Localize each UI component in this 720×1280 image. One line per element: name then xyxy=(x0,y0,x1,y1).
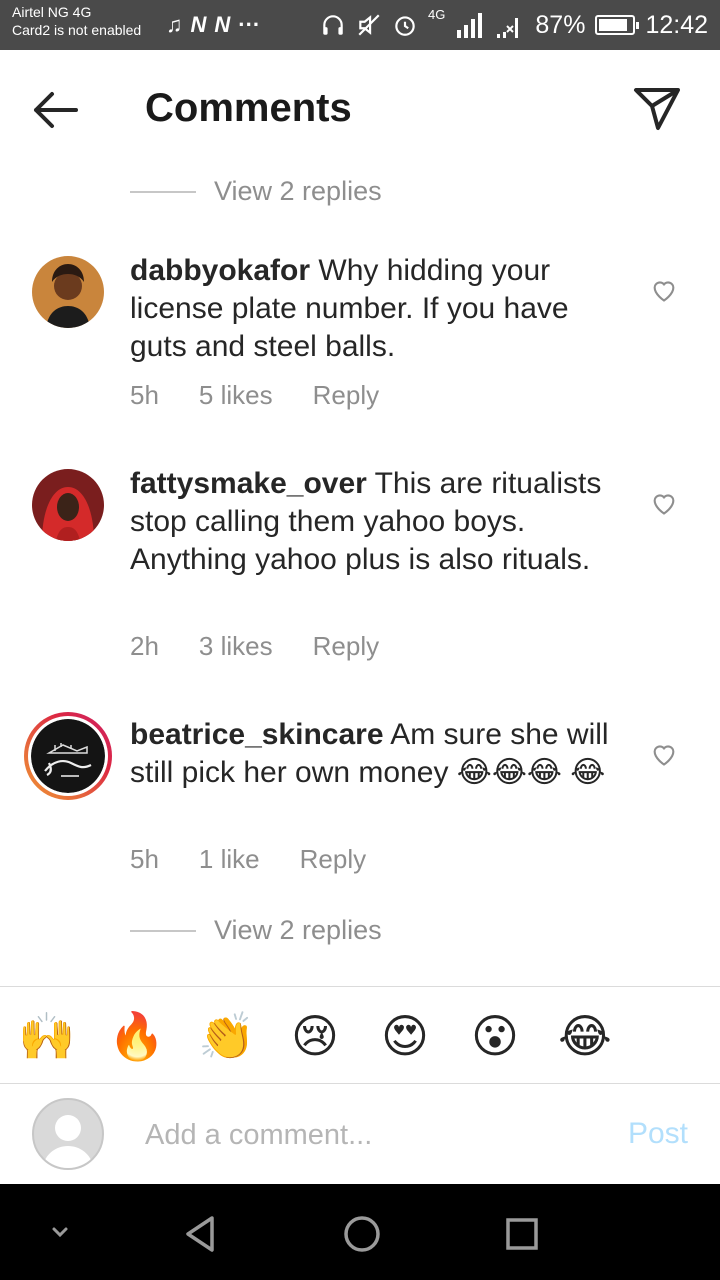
avatar[interactable] xyxy=(32,469,104,541)
headphones-icon xyxy=(323,15,343,35)
back-triangle-icon[interactable] xyxy=(180,1212,224,1256)
comment-text: beatrice_skincare Am sure she will still… xyxy=(130,716,630,792)
comment-time: 5h xyxy=(130,380,159,410)
emoji-reaction-bar: 🙌 🔥 👏 😢 😍 😮 😂 xyxy=(0,986,720,1084)
comment-time: 5h xyxy=(130,844,159,874)
heart-eyes-emoji-button[interactable]: 😍 xyxy=(378,1009,432,1063)
default-profile-icon xyxy=(42,1115,94,1168)
view-replies-text: View 2 replies xyxy=(214,176,382,206)
comment-text: dabbyokafor Why hidding your license pla… xyxy=(130,252,630,366)
back-arrow-icon xyxy=(34,92,78,128)
comment-likes[interactable]: 3 likes xyxy=(199,631,273,662)
n-app-icon: N xyxy=(214,12,231,37)
clapping-emoji-button[interactable]: 👏 xyxy=(198,1009,255,1063)
comment-username[interactable]: dabbyokafor xyxy=(130,254,310,287)
view-replies-text: View 2 replies xyxy=(214,915,382,945)
view-replies-link[interactable]: View 2 replies xyxy=(130,176,382,207)
music-icon: ♫ xyxy=(166,12,183,37)
crying-emoji-button[interactable]: 😢 xyxy=(288,1009,342,1063)
comment-time: 2h xyxy=(130,631,159,661)
avatar[interactable] xyxy=(32,256,104,328)
comment-username[interactable]: beatrice_skincare xyxy=(130,718,384,751)
alarm-icon xyxy=(395,16,415,36)
system-nav-bar xyxy=(0,1184,720,1280)
chevron-down-icon[interactable] xyxy=(40,1212,80,1252)
divider-line xyxy=(130,190,196,193)
brand-logo-icon xyxy=(31,719,105,793)
divider-line xyxy=(130,929,196,932)
signal-no-sim-icon xyxy=(497,18,519,38)
reply-button[interactable]: Reply xyxy=(300,844,366,875)
more-notifications-icon: ··· xyxy=(238,12,261,37)
clock: 12:42 xyxy=(645,11,708,39)
current-user-avatar xyxy=(32,1098,104,1170)
comment-username[interactable]: fattysmake_over xyxy=(130,467,367,500)
page-title: Comments xyxy=(145,86,352,130)
comment-text: fattysmake_over This are ritualists stop… xyxy=(130,465,630,579)
comment-meta: 5h 5 likes Reply xyxy=(130,380,379,411)
laughing-emoji-button[interactable]: 😂 xyxy=(558,1009,612,1063)
like-heart-icon[interactable] xyxy=(650,276,678,304)
view-replies-link[interactable]: View 2 replies xyxy=(130,915,382,946)
mute-icon xyxy=(358,14,380,36)
network-type: 4G xyxy=(428,7,446,22)
status-bar: Airtel NG 4G Card2 is not enabled ♫ N N … xyxy=(0,0,720,50)
n-app-icon: N xyxy=(190,12,207,37)
comment-meta: 5h 1 like Reply xyxy=(130,844,366,875)
comment-meta: 2h 3 likes Reply xyxy=(130,631,379,662)
notification-icons: ♫ N N ··· xyxy=(166,12,260,38)
share-button[interactable] xyxy=(630,82,682,134)
surprised-emoji-button[interactable]: 😮 xyxy=(468,1009,522,1063)
avatar-with-story-ring[interactable] xyxy=(24,712,112,800)
back-button[interactable] xyxy=(30,84,82,136)
comment-input[interactable] xyxy=(145,1113,585,1157)
carrier-name: Airtel NG 4G xyxy=(12,4,92,20)
recents-square-icon[interactable] xyxy=(500,1212,544,1256)
post-button[interactable]: Post xyxy=(628,1117,688,1151)
carrier-info: Airtel NG 4G Card2 is not enabled xyxy=(12,3,141,39)
comment-likes[interactable]: 5 likes xyxy=(199,380,273,411)
like-heart-icon[interactable] xyxy=(650,740,678,768)
home-circle-icon[interactable] xyxy=(340,1212,384,1256)
raising-hands-emoji-button[interactable]: 🙌 xyxy=(18,1009,75,1063)
user-photo-icon xyxy=(32,469,104,541)
battery-icon xyxy=(595,15,640,35)
status-icons: 4G 87% 12:42 xyxy=(320,7,708,40)
comment-likes[interactable]: 1 like xyxy=(199,844,260,875)
sim-status: Card2 is not enabled xyxy=(12,22,142,38)
add-comment-bar: Post xyxy=(0,1085,720,1185)
paper-plane-icon xyxy=(634,88,680,130)
reply-button[interactable]: Reply xyxy=(313,631,379,662)
reply-button[interactable]: Reply xyxy=(313,380,379,411)
header: Comments xyxy=(0,50,720,170)
signal-icon xyxy=(457,13,483,38)
battery-percent: 87% xyxy=(535,11,586,39)
fire-emoji-button[interactable]: 🔥 xyxy=(108,1009,165,1063)
avatar-inner xyxy=(28,716,108,796)
user-photo-icon xyxy=(32,256,104,328)
like-heart-icon[interactable] xyxy=(650,489,678,517)
